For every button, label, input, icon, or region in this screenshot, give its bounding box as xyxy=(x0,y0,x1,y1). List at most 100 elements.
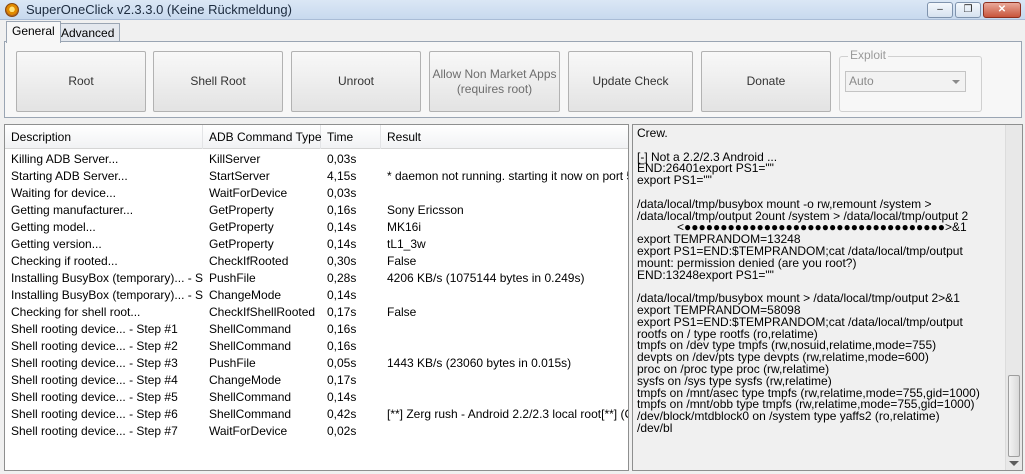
update-check-button[interactable]: Update Check xyxy=(568,51,693,112)
title-bar[interactable]: SuperOneClick v2.3.3.0 (Keine Rückmeldun… xyxy=(0,0,1025,20)
cell-result xyxy=(381,287,628,304)
table-row[interactable]: Shell rooting device... - Step #2 ShellCo… xyxy=(5,338,628,355)
cell-description: Shell rooting device... - Step #2 xyxy=(11,339,178,353)
allow-non-market-apps-button[interactable]: Allow Non Market Apps (requires root) xyxy=(429,51,560,112)
table-row[interactable]: Waiting for device... WaitForDevice 0,03s xyxy=(5,185,628,202)
cell-command-type: StartServer xyxy=(209,169,270,183)
cell-result: * daemon not running. starting it now on… xyxy=(387,169,628,183)
restore-button[interactable]: ❐ xyxy=(955,2,981,18)
cell-result: Sony Ericsson xyxy=(387,203,464,217)
cell-result xyxy=(381,321,628,338)
cell-time: 0,05s xyxy=(327,356,357,370)
cell-command-type: ShellCommand xyxy=(209,339,292,353)
cell-time: 0,14s xyxy=(327,390,357,404)
cell-time: 0,14s xyxy=(327,220,357,234)
cell-time: 0,17s xyxy=(327,373,357,387)
cell-description: Shell rooting device... - Step #5 xyxy=(11,390,178,404)
cell-description: Waiting for device... xyxy=(11,186,116,200)
cell-time: 0,16s xyxy=(327,203,357,217)
table-row[interactable]: Starting ADB Server... StartServer 4,15s * … xyxy=(5,168,628,185)
shell-root-button[interactable]: Shell Root xyxy=(153,51,283,112)
exploit-select[interactable]: Auto xyxy=(845,71,966,92)
restore-icon: ❐ xyxy=(963,4,973,15)
cell-description: Getting manufacturer... xyxy=(11,203,134,217)
log-output[interactable]: Crew. [-] Not a 2.2/2.3 Android ... END:26… xyxy=(632,124,1023,471)
chevron-down-icon xyxy=(952,80,960,84)
allow-non-market-apps-label: Allow Non Market Apps xyxy=(432,66,557,81)
exploit-group: Exploit Auto xyxy=(839,48,982,112)
cell-command-type: CheckIfRooted xyxy=(209,254,289,268)
table-row[interactable]: Getting version... GetProperty 0,14s tL1_3w xyxy=(5,236,628,253)
cell-time: 0,16s xyxy=(327,322,357,336)
column-header-description[interactable]: Description xyxy=(5,125,203,149)
cell-result: tL1_3w xyxy=(387,237,426,251)
cell-description: Checking if rooted... xyxy=(11,254,118,268)
list-header: Description ADB Command Type Time Result xyxy=(5,125,628,149)
cell-description: Installing BusyBox (temporary)... - Step… xyxy=(11,271,203,285)
log-line: Crew. xyxy=(637,128,668,140)
table-row[interactable]: Checking if rooted... CheckIfRooted 0,30s F… xyxy=(5,253,628,270)
cell-time: 0,14s xyxy=(327,288,357,302)
table-row[interactable]: Checking for shell root... CheckIfShellRo… xyxy=(5,304,628,321)
table-row[interactable]: Getting model... GetProperty 0,14s MK16i xyxy=(5,219,628,236)
cell-time: 0,03s xyxy=(327,152,357,166)
donate-button[interactable]: Donate xyxy=(701,51,831,112)
cell-result: 1443 KB/s (23060 bytes in 0.015s) xyxy=(387,356,572,370)
minimize-button[interactable]: – xyxy=(927,2,953,18)
log-text: Crew. [-] Not a 2.2/2.3 Android ... END:26… xyxy=(637,128,999,468)
command-list[interactable]: Description ADB Command Type Time Result… xyxy=(4,124,629,471)
root-button[interactable]: Root xyxy=(16,51,146,112)
cell-result xyxy=(381,389,628,406)
column-header-adb-command-type[interactable]: ADB Command Type xyxy=(203,125,322,149)
table-row[interactable]: Shell rooting device... - Step #4 ChangeM… xyxy=(5,372,628,389)
table-row[interactable]: Shell rooting device... - Step #7 WaitFor… xyxy=(5,423,628,440)
cell-result xyxy=(381,423,628,440)
general-panel: Root Shell Root Unroot Allow Non Market … xyxy=(4,41,1022,118)
close-button[interactable]: ✕ xyxy=(983,2,1021,18)
cell-description: Installing BusyBox (temporary)... - Step… xyxy=(11,288,203,302)
table-row[interactable]: Installing BusyBox (temporary)... - Step… xyxy=(5,270,628,287)
cell-command-type: PushFile xyxy=(209,271,256,285)
log-line: END:13248export PS1="" xyxy=(637,267,774,282)
cell-result xyxy=(381,372,628,389)
cell-description: Shell rooting device... - Step #1 xyxy=(11,322,178,336)
window-title: SuperOneClick v2.3.3.0 (Keine Rückmeldun… xyxy=(26,2,292,17)
cell-description: Shell rooting device... - Step #3 xyxy=(11,356,178,370)
tab-strip: General Advanced xyxy=(0,20,1025,43)
table-row[interactable]: Installing BusyBox (temporary)... - Step… xyxy=(5,287,628,304)
table-row[interactable]: Shell rooting device... - Step #3 PushFil… xyxy=(5,355,628,372)
cell-description: Shell rooting device... - Step #7 xyxy=(11,424,178,438)
column-header-result[interactable]: Result xyxy=(381,125,628,149)
cell-description: Shell rooting device... - Step #6 xyxy=(11,407,178,421)
scrollbar-thumb[interactable] xyxy=(1008,375,1020,457)
log-scrollbar[interactable] xyxy=(1005,125,1022,470)
column-header-time[interactable]: Time xyxy=(321,125,381,149)
table-row[interactable]: Shell rooting device... - Step #1 ShellCo… xyxy=(5,321,628,338)
cell-command-type: GetProperty xyxy=(209,203,274,217)
tab-advanced[interactable]: Advanced xyxy=(55,23,121,42)
exploit-group-label: Exploit xyxy=(848,48,889,62)
cell-description: Killing ADB Server... xyxy=(11,152,119,166)
table-row[interactable]: Shell rooting device... - Step #6 ShellCo… xyxy=(5,406,628,423)
cell-result: [**] Zerg rush - Android 2.2/2.3 local r… xyxy=(387,407,628,421)
cell-description: Shell rooting device... - Step #4 xyxy=(11,373,178,387)
cell-command-type: ShellCommand xyxy=(209,407,292,421)
scroll-down-icon[interactable] xyxy=(1009,461,1019,466)
cell-result xyxy=(381,185,628,202)
cell-time: 0,30s xyxy=(327,254,357,268)
cell-result: 4206 KB/s (1075144 bytes in 0.249s) xyxy=(387,271,585,285)
cell-command-type: ChangeMode xyxy=(209,288,282,302)
log-line: /dev/block/mtdblock0 on /system type yaf… xyxy=(637,409,940,424)
table-row[interactable]: Killing ADB Server... KillServer 0,03s xyxy=(5,151,628,168)
tab-general[interactable]: General xyxy=(6,21,61,43)
table-row[interactable]: Shell rooting device... - Step #5 ShellCo… xyxy=(5,389,628,406)
cell-description: Getting model... xyxy=(11,220,96,234)
unroot-button[interactable]: Unroot xyxy=(291,51,421,112)
cell-time: 0,02s xyxy=(327,424,357,438)
cell-time: 0,03s xyxy=(327,186,357,200)
table-row[interactable]: Getting manufacturer... GetProperty 0,16s S… xyxy=(5,202,628,219)
cell-command-type: GetProperty xyxy=(209,237,274,251)
cell-command-type: ShellCommand xyxy=(209,390,292,404)
cell-command-type: WaitForDevice xyxy=(209,186,288,200)
cell-time: 0,28s xyxy=(327,271,357,285)
